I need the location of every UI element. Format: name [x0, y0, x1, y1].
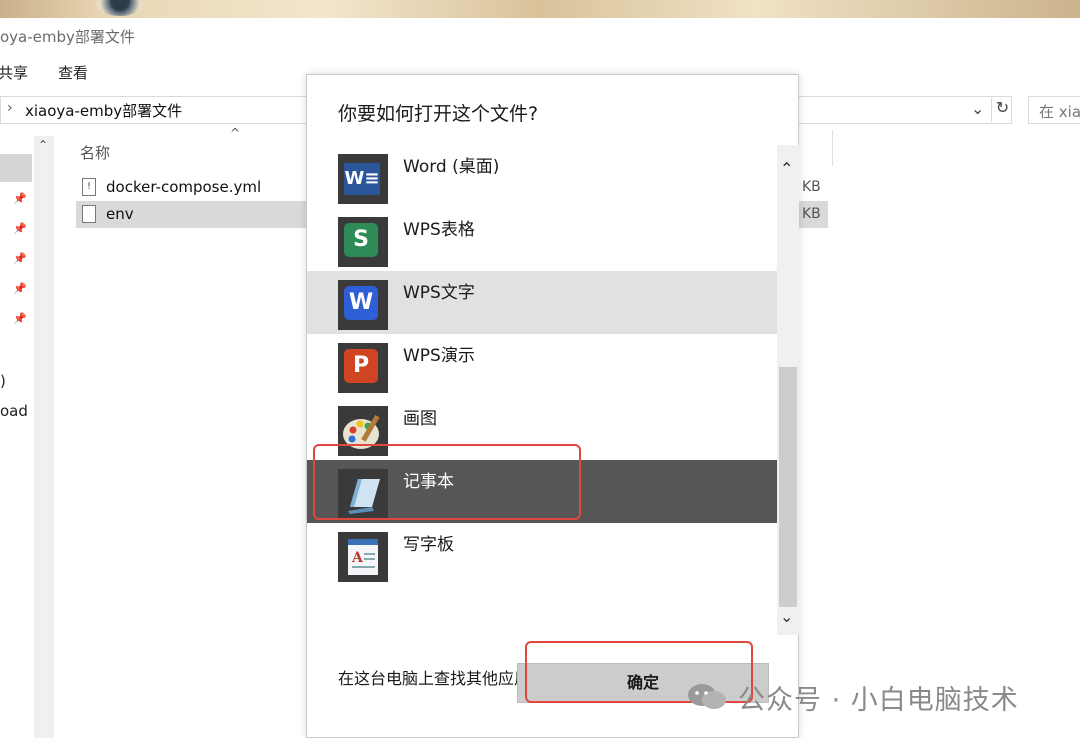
- pin-icon: 📌: [13, 222, 27, 235]
- yml-file-icon: !: [82, 178, 96, 196]
- pin-icon: 📌: [13, 252, 27, 265]
- nav-item[interactable]: oad: [0, 402, 28, 420]
- file-size: KB: [802, 206, 821, 222]
- wps-presentation-icon: P: [338, 343, 388, 393]
- highlight-box-notepad: [313, 444, 581, 520]
- svg-text:A: A: [351, 550, 364, 566]
- scroll-up-icon[interactable]: ⌃: [38, 138, 48, 152]
- word-icon: W≡: [338, 154, 388, 204]
- app-label: 画图: [403, 409, 437, 429]
- app-label: WPS文字: [403, 283, 475, 303]
- file-icon: [82, 205, 96, 223]
- tab-view[interactable]: 查看: [58, 62, 88, 83]
- wechat-icon: [688, 684, 726, 709]
- app-label: 写字板: [403, 535, 454, 555]
- scroll-thumb[interactable]: [779, 367, 797, 607]
- file-row-selected[interactable]: env: [76, 201, 308, 228]
- scroll-up-icon[interactable]: ⌃: [780, 159, 793, 178]
- refresh-icon[interactable]: ↻: [991, 98, 1013, 122]
- dialog-scrollbar[interactable]: ⌃ ⌄: [777, 145, 799, 635]
- nav-item[interactable]: ): [0, 372, 6, 390]
- column-divider[interactable]: [832, 130, 833, 166]
- tab-share[interactable]: 共享: [0, 62, 28, 83]
- pin-icon: 📌: [13, 192, 27, 205]
- photo-detail: [96, 0, 144, 16]
- wordpad-icon: A: [338, 532, 388, 582]
- app-list: W≡ Word (桌面) S WPS表格 W WPS文字 P WPS演示 画图 …: [307, 145, 798, 688]
- wps-writer-icon: W: [338, 280, 388, 330]
- file-size: KB: [802, 179, 821, 195]
- app-label: Word (桌面): [403, 157, 500, 177]
- breadcrumb[interactable]: xiaoya-emby部署文件: [25, 100, 182, 121]
- app-item-wps-writer[interactable]: W WPS文字: [307, 271, 798, 334]
- navigation-pane: 📌 📌 📌 📌 📌 ) oad ⌃: [0, 136, 56, 738]
- app-item-wordpad[interactable]: A 写字板: [307, 523, 798, 586]
- app-label: WPS表格: [403, 220, 475, 240]
- wps-sheets-icon: S: [338, 217, 388, 267]
- chevron-down-icon[interactable]: ⌄: [971, 99, 984, 118]
- nav-selected-item[interactable]: [0, 154, 32, 182]
- open-with-dialog: 你要如何打开这个文件? W≡ Word (桌面) S WPS表格 W WPS文字…: [306, 74, 799, 738]
- scroll-down-icon[interactable]: ⌄: [780, 607, 793, 626]
- sort-ascending-icon: ^: [230, 126, 241, 140]
- column-header-name[interactable]: 名称: [80, 142, 110, 163]
- app-item-word[interactable]: W≡ Word (桌面): [307, 145, 798, 208]
- file-row[interactable]: ! docker-compose.yml: [76, 174, 308, 201]
- search-placeholder: 在 xia: [1039, 103, 1080, 121]
- file-name: env: [106, 205, 134, 223]
- app-label: WPS演示: [403, 346, 475, 366]
- app-item-wps-presentation[interactable]: P WPS演示: [307, 334, 798, 397]
- app-item-wps-sheets[interactable]: S WPS表格: [307, 208, 798, 271]
- background-photo: [0, 0, 1080, 18]
- pin-icon: 📌: [13, 282, 27, 295]
- window-title: oya-emby部署文件: [0, 28, 135, 46]
- pin-icon: 📌: [13, 312, 27, 325]
- file-name: docker-compose.yml: [106, 178, 262, 196]
- breadcrumb-separator-icon: ›: [7, 100, 13, 116]
- find-more-apps-link[interactable]: 在这台电脑上查找其他应用: [338, 665, 530, 689]
- dialog-title: 你要如何打开这个文件?: [338, 103, 539, 125]
- search-input[interactable]: 在 xia: [1028, 96, 1080, 124]
- watermark-text: 公众号 · 小白电脑技术: [738, 685, 1019, 716]
- nav-scrollbar[interactable]: ⌃: [34, 136, 54, 738]
